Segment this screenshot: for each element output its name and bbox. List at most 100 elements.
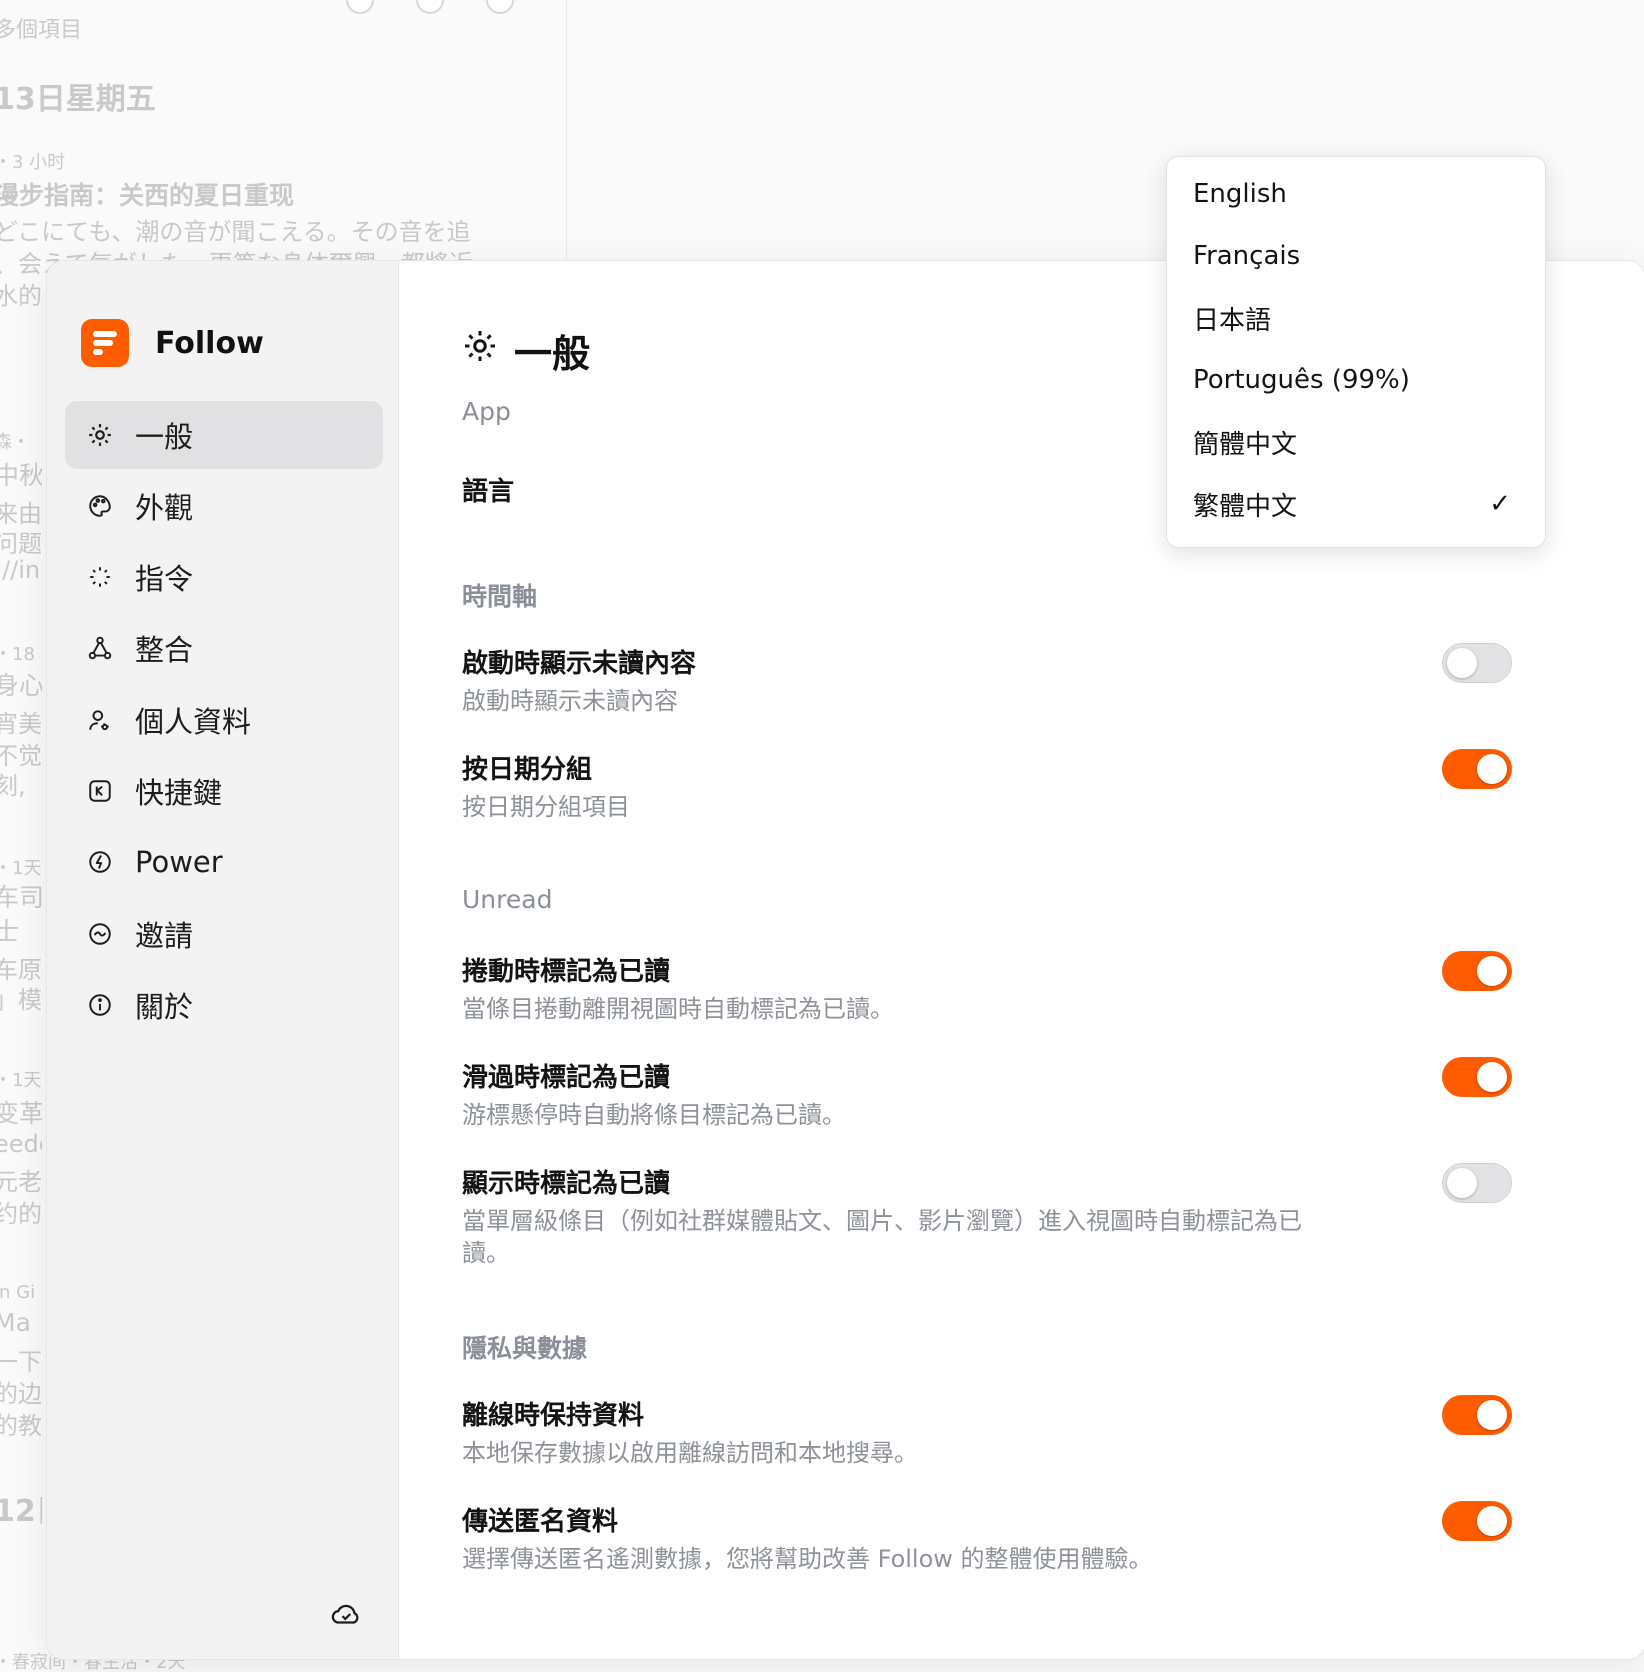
gear-icon bbox=[462, 328, 498, 373]
setting-title: 傳送匿名資料 bbox=[462, 1507, 619, 1537]
bg-text: ・1天 bbox=[0, 1070, 42, 1091]
option-label: 簡體中文 bbox=[1193, 429, 1298, 460]
setting-title: 按日期分組 bbox=[462, 755, 593, 785]
bg-text: 多個項目 bbox=[0, 18, 83, 43]
bg-text: 宵美 bbox=[0, 710, 42, 738]
language-label: 語言 bbox=[462, 477, 515, 507]
bg-text: ・18 bbox=[0, 644, 35, 665]
setting-description: 當條目捲動離開視圖時自動標記為已讀。 bbox=[462, 995, 894, 1023]
bg-text: どこにても、潮の音が聞こえる。その音を追 bbox=[0, 218, 471, 246]
sidebar-item-invite[interactable]: 邀請 bbox=[65, 900, 383, 968]
sidebar-item-label: 快捷鍵 bbox=[135, 776, 223, 810]
setting-description: 啟動時顯示未讀內容 bbox=[462, 687, 678, 715]
bg-text: 的边 bbox=[0, 1380, 42, 1408]
section-timeline-heading: 時間軸 bbox=[462, 582, 538, 611]
bg-text: in Gi bbox=[0, 1282, 36, 1303]
sidebar-item-integration[interactable]: 整合 bbox=[65, 614, 383, 682]
toggle-show-unread-on-launch[interactable] bbox=[1442, 643, 1512, 683]
window-control-icon bbox=[486, 0, 514, 14]
toggle-keep-data-offline[interactable] bbox=[1442, 1395, 1512, 1435]
bg-text: 森・ bbox=[0, 432, 30, 453]
sidebar-item-appearance[interactable]: 外觀 bbox=[65, 472, 383, 540]
gear-icon bbox=[85, 420, 115, 450]
sidebar-item-label: 個人資料 bbox=[135, 705, 252, 739]
window-control-icon bbox=[416, 0, 444, 14]
background-divider bbox=[566, 0, 567, 260]
language-option-french[interactable]: Français bbox=[1167, 225, 1545, 287]
sidebar-item-general[interactable]: 一般 bbox=[65, 401, 383, 469]
bg-text: ・3 小时 bbox=[0, 152, 66, 173]
bg-text: 元老 bbox=[0, 1168, 42, 1196]
invite-icon bbox=[85, 919, 115, 949]
power-icon bbox=[85, 847, 115, 877]
option-label: English bbox=[1193, 179, 1287, 209]
cloud-check-icon[interactable] bbox=[329, 1597, 363, 1631]
language-option-english[interactable]: English bbox=[1167, 163, 1545, 225]
check-icon: ✓ bbox=[1489, 489, 1511, 519]
sidebar-item-label: 邀請 bbox=[135, 919, 194, 953]
language-option-simplified-chinese[interactable]: 簡體中文 bbox=[1167, 411, 1545, 473]
option-label: Français bbox=[1193, 241, 1301, 271]
section-privacy-heading: 隱私與數據 bbox=[462, 1334, 588, 1363]
bg-text: 车司 bbox=[0, 883, 42, 912]
toggle-mark-read-on-render[interactable] bbox=[1442, 1163, 1512, 1203]
bg-text: ://inn bbox=[0, 556, 42, 584]
bg-text: 中秋 bbox=[0, 461, 42, 490]
setting-title: 離線時保持資料 bbox=[462, 1401, 645, 1431]
sidebar-item-label: 外觀 bbox=[135, 491, 194, 525]
toggle-mark-read-on-scroll[interactable] bbox=[1442, 951, 1512, 991]
integration-icon bbox=[85, 633, 115, 663]
language-option-japanese[interactable]: 日本語 bbox=[1167, 287, 1545, 349]
page-title: 一般 bbox=[462, 323, 590, 378]
bg-text: 士 bbox=[0, 917, 20, 946]
sidebar-item-label: 指令 bbox=[135, 562, 194, 596]
bg-text: 水的 bbox=[0, 282, 42, 310]
bg-text: 约的 bbox=[0, 1200, 42, 1228]
setting-title: 滑過時標記為已讀 bbox=[462, 1063, 671, 1093]
page-title-text: 一般 bbox=[514, 332, 591, 376]
language-dropdown: English Français 日本語 Português (99%) 簡體中… bbox=[1166, 156, 1546, 548]
magic-wand-icon bbox=[85, 562, 115, 592]
bg-text: 的教 bbox=[0, 1412, 42, 1440]
language-option-portuguese[interactable]: Português (99%) bbox=[1167, 349, 1545, 411]
bg-text: 」模 bbox=[0, 986, 42, 1014]
sidebar-item-profile[interactable]: 個人資料 bbox=[65, 686, 383, 754]
brand: Follow bbox=[81, 319, 264, 367]
window-control-icon bbox=[346, 0, 374, 14]
section-app-heading: App bbox=[462, 397, 511, 426]
section-unread-heading: Unread bbox=[462, 885, 553, 914]
toggle-send-anonymous-data[interactable] bbox=[1442, 1501, 1512, 1541]
setting-description: 游標懸停時自動將條目標記為已讀。 bbox=[462, 1101, 846, 1129]
info-icon bbox=[85, 990, 115, 1020]
settings-sidebar: Follow 一般 外觀 指令 整合 個人資料 快捷鍵 Power 邀請 關於 bbox=[47, 261, 399, 1659]
sidebar-item-about[interactable]: 關於 bbox=[65, 971, 383, 1039]
sidebar-item-label: 關於 bbox=[135, 990, 194, 1024]
bg-text: 问题 bbox=[0, 530, 42, 558]
brand-name: Follow bbox=[155, 325, 264, 361]
option-label: 日本語 bbox=[1193, 305, 1272, 336]
setting-title: 顯示時標記為已讀 bbox=[462, 1169, 671, 1199]
sidebar-item-actions[interactable]: 指令 bbox=[65, 543, 383, 611]
toggle-group-by-date[interactable] bbox=[1442, 749, 1512, 789]
bg-text: 身心 bbox=[0, 671, 42, 700]
bg-text: 12日 bbox=[0, 1494, 42, 1529]
option-label: Português (99%) bbox=[1193, 365, 1410, 395]
toggle-mark-read-on-hover[interactable] bbox=[1442, 1057, 1512, 1097]
sidebar-item-label: 整合 bbox=[135, 633, 194, 667]
bg-text: 漫步指南：关西的夏日重现 bbox=[0, 181, 295, 210]
bg-text: 一下 bbox=[0, 1348, 42, 1376]
setting-description: 按日期分組項目 bbox=[462, 793, 630, 821]
sidebar-item-shortcuts[interactable]: 快捷鍵 bbox=[65, 757, 383, 825]
language-option-traditional-chinese[interactable]: 繁體中文 ✓ bbox=[1167, 473, 1545, 535]
palette-icon bbox=[85, 491, 115, 521]
sidebar-item-label: 一般 bbox=[135, 420, 194, 454]
bg-text: Ma bbox=[0, 1308, 31, 1337]
setting-title: 捲動時標記為已讀 bbox=[462, 957, 671, 987]
sidebar-item-power[interactable]: Power bbox=[65, 828, 383, 896]
option-label: 繁體中文 bbox=[1193, 491, 1298, 522]
user-settings-icon bbox=[85, 705, 115, 735]
setting-description: 選擇傳送匿名遙測數據，您將幫助改善 Follow 的整體使用體驗。 bbox=[462, 1545, 1153, 1573]
setting-description: 當單層級條目（例如社群媒體貼文、圖片、影片瀏覽）進入視圖時自動標記為已讀。 bbox=[462, 1207, 1302, 1267]
sidebar-item-label: Power bbox=[135, 845, 223, 879]
setting-title: 啟動時顯示未讀內容 bbox=[462, 649, 697, 679]
